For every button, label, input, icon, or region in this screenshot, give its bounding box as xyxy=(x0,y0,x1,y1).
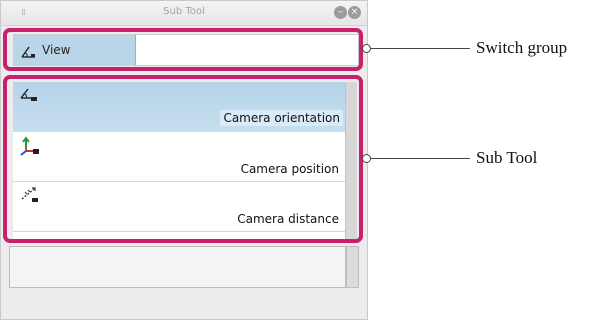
palette-title-bar[interactable]: ⁞⁞ Sub Tool – × xyxy=(1,1,367,26)
tool-property-scrollbar[interactable] xyxy=(346,246,359,288)
tool-property-area xyxy=(9,246,346,288)
sub-tool-callout-label: Sub Tool xyxy=(476,148,538,167)
switch-group-callout-label: Switch group xyxy=(476,38,568,57)
switch-group-callout-dot xyxy=(362,44,371,53)
sub-tool-highlight xyxy=(3,75,363,243)
close-button[interactable]: × xyxy=(348,6,361,19)
switch-group-highlight xyxy=(3,28,363,71)
palette-title: Sub Tool xyxy=(163,6,205,17)
sub-tool-callout-line xyxy=(371,158,470,159)
switch-group-callout-line xyxy=(371,48,470,49)
minimize-button[interactable]: – xyxy=(334,6,347,19)
sub-tool-callout-dot xyxy=(362,154,371,163)
